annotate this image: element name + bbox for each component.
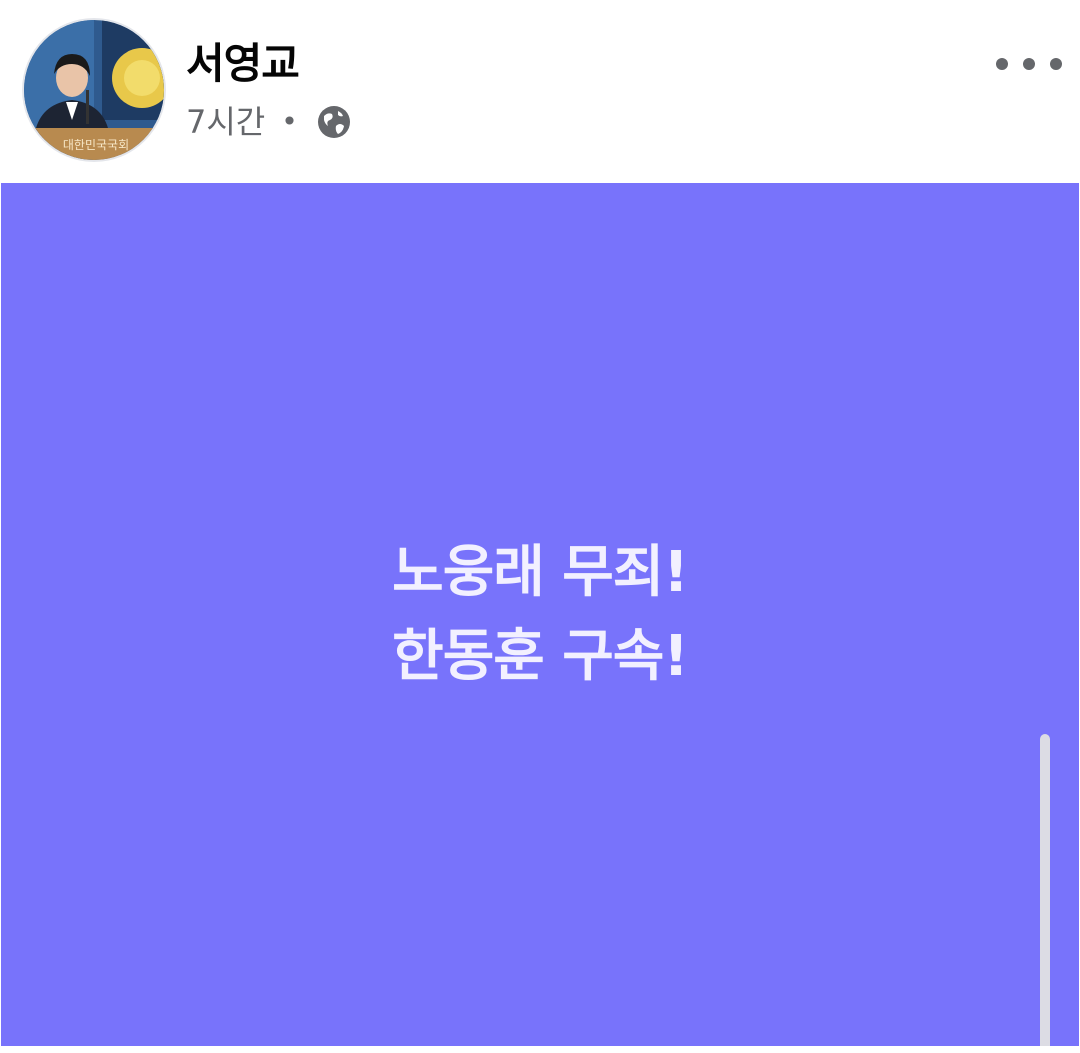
more-dot-icon — [996, 58, 1008, 70]
more-dot-icon — [1050, 58, 1062, 70]
card-text: 노웅래 무죄! 한동훈 구속! — [1, 531, 1079, 699]
post-timestamp[interactable]: 7시간 — [186, 100, 265, 144]
post-header: 대한민국국회 서영교 7시간 • — [0, 0, 1080, 182]
more-dot-icon — [1023, 58, 1035, 70]
card-line-1: 노웅래 무죄! — [392, 540, 689, 605]
globe-icon[interactable] — [316, 104, 352, 140]
post-divider — [0, 1046, 1080, 1053]
scrollbar-thumb[interactable] — [1040, 734, 1050, 1053]
meta-separator: • — [281, 105, 298, 138]
avatar-photo: 대한민국국회 — [24, 20, 164, 160]
avatar-caption: 대한민국국회 — [63, 138, 129, 152]
author-name[interactable]: 서영교 — [186, 36, 300, 92]
card-line-2: 한동훈 구속! — [392, 624, 689, 689]
scrollbar[interactable] — [1040, 734, 1050, 1053]
more-options-button[interactable] — [996, 44, 1062, 84]
post-text-card[interactable]: 노웅래 무죄! 한동훈 구속! — [1, 183, 1079, 1046]
post-meta: 7시간 • — [186, 100, 352, 144]
facebook-post: 대한민국국회 서영교 7시간 • 노웅래 무죄! 한동훈 구속! — [0, 0, 1080, 1053]
author-avatar[interactable]: 대한민국국회 — [24, 20, 164, 160]
